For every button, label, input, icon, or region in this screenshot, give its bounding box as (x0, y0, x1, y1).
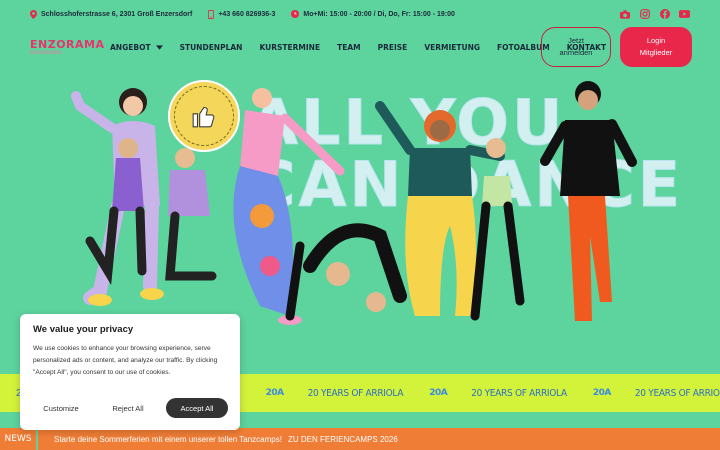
join-button-label: Jetzt anmelden (559, 36, 593, 57)
phone-icon (208, 9, 215, 19)
cookie-actions: Customize Reject All Accept All (32, 398, 232, 418)
news-ticker: NEWS Starte deine Sommerferien mit einem… (0, 428, 720, 450)
social-links (619, 9, 690, 20)
dancer-man (540, 81, 637, 321)
nav-item-kurstermine[interactable]: KURSTERMINE (259, 43, 320, 52)
nav-item-vermietung[interactable]: VERMIETUNG (424, 43, 480, 52)
nav-item-label: ANGEBOT (110, 42, 151, 52)
cookie-body: We use cookies to enhance your browsing … (33, 345, 218, 377)
facebook-icon[interactable] (659, 9, 670, 20)
cookie-title: We value your privacy (33, 324, 134, 335)
site-logo[interactable]: ENZORAMA tanzstudio (30, 39, 110, 56)
top-info-bar: Schlosshoferstrasse 6, 2301 Groß Enzersd… (0, 0, 720, 28)
camera-icon[interactable] (619, 9, 630, 20)
reject-all-button[interactable]: Reject All (104, 398, 152, 418)
news-link[interactable]: ZU DEN FERIENCAMPS 2026 (288, 435, 398, 444)
phone-text[interactable]: +43 660 826936-3 (218, 11, 275, 18)
dancer-colourful (233, 88, 345, 325)
youtube-icon[interactable] (679, 9, 690, 20)
clock-icon (291, 10, 300, 18)
dancer-backbend (285, 223, 407, 321)
band-segment: 20A 20 YEARS OF ARRIOLA (593, 388, 720, 399)
login-button-label: Login Mitglieder (639, 36, 673, 57)
accept-all-button[interactable]: Accept All (166, 398, 228, 418)
chevron-down-icon (155, 44, 163, 50)
news-tag: NEWS (0, 428, 38, 450)
anniversary-logo: 20A (265, 388, 285, 398)
location-pin-icon (30, 9, 37, 19)
band-text: 20 YEARS OF ARRIOLA (307, 387, 404, 399)
band-segment: 20A 20 YEARS OF ARRIOLA (266, 388, 422, 399)
quality-badge: PÄDAGOGISCH AUSGEBILDETE TANZTRAINERINNE… (168, 80, 240, 152)
member-login-button[interactable]: Login Mitglieder (620, 27, 692, 67)
dancer-girl-green (470, 138, 525, 321)
nav-item-team[interactable]: TEAM (337, 43, 361, 52)
badge-text: PÄDAGOGISCH AUSGEBILDETE TANZTRAINERINNE… (204, 116, 205, 117)
customize-button[interactable]: Customize (32, 398, 90, 418)
nav-item-preise[interactable]: PREISE (378, 43, 408, 52)
news-message: Starte deine Sommerferien mit einem unse… (54, 434, 282, 444)
nav-item-angebot[interactable]: ANGEBOT (110, 43, 163, 52)
address-info: Schlosshoferstrasse 6, 2301 Groß Enzersd… (30, 9, 192, 19)
main-navigation: ENZORAMA tanzstudio ANGEBOT STUNDENPLAN … (0, 28, 720, 66)
hours-info: Mo+Mi: 15:00 - 20:00 / Di, Do, Fr: 15:00… (291, 10, 455, 18)
phone-info: +43 660 826936-3 (208, 9, 275, 19)
hours-text: Mo+Mi: 15:00 - 20:00 / Di, Do, Fr: 15:00… (303, 10, 455, 18)
join-button[interactable]: Jetzt anmelden (541, 27, 611, 67)
anniversary-logo: 20A (592, 388, 612, 398)
band-text: 20 YEARS OF ARRIOLA (471, 387, 567, 399)
address-text[interactable]: Schlosshoferstrasse 6, 2301 Groß Enzersd… (41, 11, 192, 18)
dancer-girl-hoodie (165, 148, 217, 281)
nav-item-stundenplan[interactable]: STUNDENPLAN (180, 43, 243, 52)
band-segment: 20A 20 YEARS OF ARRIOLA (429, 388, 585, 399)
instagram-icon[interactable] (639, 9, 650, 20)
anniversary-logo: 20A (429, 388, 448, 398)
cookie-consent-dialog: We value your privacy We use cookies to … (20, 314, 240, 430)
band-text: 20 YEARS OF ARRIOLA (634, 387, 720, 399)
